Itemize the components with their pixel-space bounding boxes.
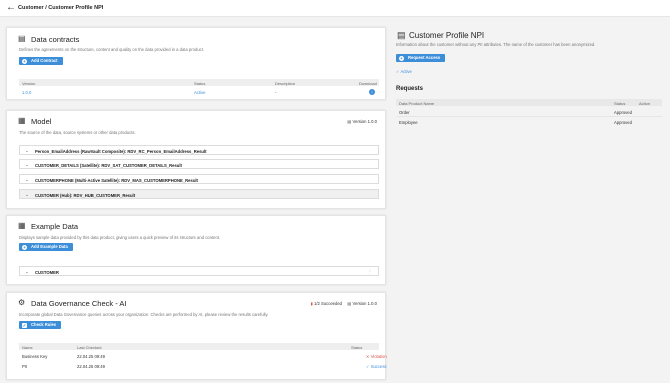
- request-status: Approved: [614, 120, 632, 125]
- example-item[interactable]: ⌄ CUSTOMER ⋮: [19, 266, 379, 276]
- column-header: Version: [22, 80, 36, 86]
- card-description: Displays sample data provided by this da…: [19, 235, 221, 240]
- back-arrow-icon[interactable]: ←: [6, 3, 16, 13]
- model-card: ▦ Model ▤ Version 1.0.0 The source of th…: [6, 110, 386, 209]
- status-value: Active: [194, 90, 206, 95]
- card-description: The source of the data, source systems o…: [19, 130, 136, 135]
- column-header: Name: [22, 344, 33, 350]
- product-description: Information about the customer without a…: [396, 42, 596, 47]
- contracts-table-header: Version Status Description Download: [19, 79, 379, 86]
- model-item[interactable]: ⌄ CUSTOMERPHONE (Multi-Active Satellite)…: [19, 174, 379, 184]
- card-title: Data Governance Check - AI: [31, 299, 127, 308]
- card-description: Defines the agreements on the structure,…: [19, 47, 205, 52]
- chevron-down-icon: ⌄: [25, 176, 29, 182]
- last-checked: 22.04.25 09:49: [77, 354, 105, 359]
- rule-name: PII: [22, 364, 28, 369]
- document-icon: ▤: [18, 34, 26, 43]
- card-title: Data contracts: [31, 35, 80, 44]
- chevron-down-icon: ⌄: [25, 161, 29, 167]
- request-name: Employee: [399, 120, 418, 125]
- card-title: Model: [31, 117, 52, 126]
- version-badge: ▤ Version 1.0.0: [347, 119, 377, 124]
- add-contract-button[interactable]: + Add Contract: [19, 57, 63, 65]
- chevron-down-icon: ⌄: [25, 191, 29, 197]
- request-status: Approved: [614, 110, 632, 115]
- plus-icon: +: [22, 58, 27, 64]
- status-success: ✓ Success: [366, 364, 387, 369]
- column-header: Download: [359, 80, 377, 86]
- model-item[interactable]: ⌄ CUSTOMER (Hub): RDV_HUB_CUSTOMER_Resul…: [19, 189, 379, 199]
- chevron-down-icon: ⌄: [25, 268, 29, 274]
- column-header: Last Checked: [77, 344, 102, 350]
- card-description: Incorporate global Data Governance queri…: [19, 312, 269, 317]
- model-item[interactable]: ⌄ CUSTOMER_DETAILS (Satellite): RDV_SAT_…: [19, 159, 379, 169]
- check-icon: ✓: [22, 322, 27, 328]
- table-icon: ▦: [18, 221, 26, 230]
- governance-card: ⚙ Data Governance Check - AI ▮ 1/2 Succe…: [6, 292, 387, 380]
- version-link[interactable]: 1.0.0: [22, 90, 31, 95]
- table-icon: ▦: [18, 116, 26, 125]
- product-title: Customer Profile NPI: [409, 31, 485, 40]
- model-item[interactable]: ⌄ Person_EmailAddress (RawVault Composit…: [19, 145, 379, 155]
- more-icon[interactable]: ⋮: [477, 32, 483, 39]
- rule-name: Business Key: [22, 354, 48, 359]
- governance-table-header: Name Last Checked Status: [19, 343, 379, 350]
- column-header: Data Product Name: [399, 100, 435, 106]
- add-example-data-button[interactable]: + Add Example Data: [19, 243, 73, 251]
- plus-icon: +: [22, 244, 27, 250]
- column-header: Action: [639, 100, 651, 106]
- succeeded-badge: ▮ 1/2 Succeeded: [310, 301, 342, 306]
- example-data-card: ▦ Example Data Displays sample data prov…: [6, 215, 386, 285]
- table-row: Order Approved: [396, 109, 662, 117]
- governance-icon: ⚙: [18, 298, 26, 307]
- breadcrumb: Customer / Customer Profile NPI: [18, 5, 104, 11]
- top-bar: ← Customer / Customer Profile NPI: [0, 0, 670, 17]
- status-violation: ✕ Violation: [366, 354, 387, 359]
- table-row: PII 22.04.25 09:49 ✓ Success: [19, 362, 387, 370]
- column-header: Status: [194, 80, 206, 86]
- column-header: Status: [351, 344, 363, 350]
- table-row: 1.0.0 Active - ↓: [19, 88, 379, 96]
- more-icon[interactable]: ⋮: [368, 269, 372, 274]
- check-rules-button[interactable]: ✓ Check Rules: [19, 321, 62, 329]
- last-checked: 22.04.25 09:49: [77, 364, 105, 369]
- card-title: Example Data: [31, 222, 79, 231]
- request-access-button[interactable]: + Request Access: [396, 54, 446, 62]
- request-name: Order: [399, 110, 410, 115]
- download-icon[interactable]: ↓: [369, 89, 375, 95]
- column-header: Description: [275, 80, 296, 86]
- plus-icon: +: [399, 55, 404, 61]
- description-value: -: [275, 90, 277, 95]
- requests-table-header: Data Product Name Status Action: [396, 99, 662, 106]
- active-status: ✓ Active: [396, 69, 412, 74]
- data-contracts-card: ▤ Data contracts Defines the agreements …: [6, 27, 386, 100]
- version-badge: ▤ Version 1.0.0: [347, 301, 377, 306]
- product-icon: ▤: [397, 30, 406, 40]
- table-row: Business Key 22.04.25 09:49 ✕ Violation: [19, 352, 387, 360]
- chevron-down-icon: ⌄: [25, 147, 29, 153]
- table-row: Employee Approved: [396, 119, 662, 127]
- requests-title: Requests: [396, 86, 424, 92]
- column-header: Status: [614, 100, 626, 106]
